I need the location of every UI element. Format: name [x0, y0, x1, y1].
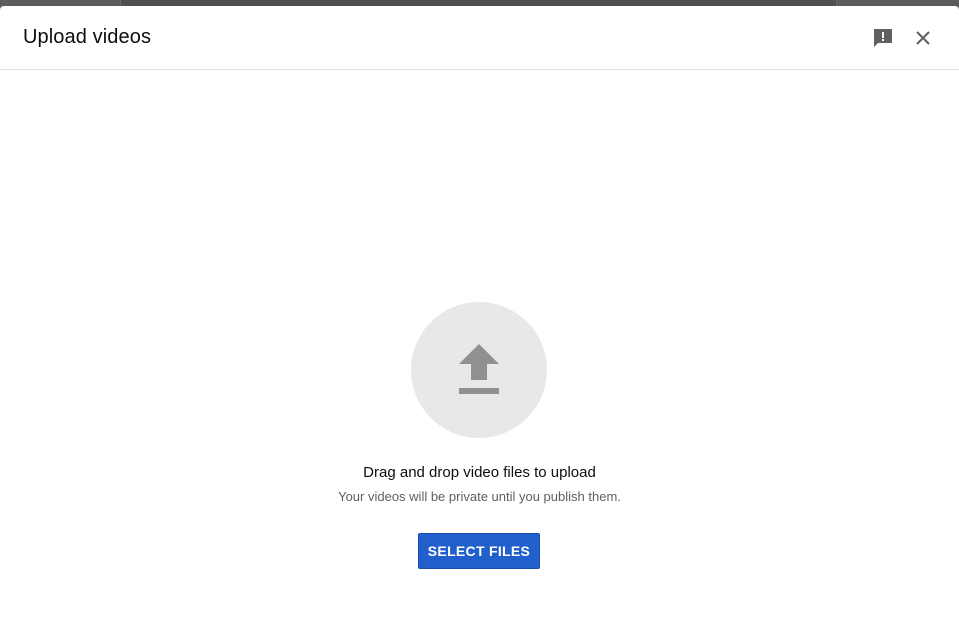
close-icon — [916, 31, 930, 45]
privacy-note: Your videos will be private until you pu… — [338, 489, 621, 504]
select-files-button[interactable]: SELECT FILES — [418, 533, 540, 569]
upload-circle[interactable] — [411, 302, 547, 438]
feedback-button[interactable] — [869, 24, 897, 52]
dialog-title: Upload videos — [23, 26, 152, 48]
upload-dialog: Upload videos Drag and drop video files … — [0, 6, 959, 619]
upload-arrow-icon — [459, 344, 499, 394]
feedback-icon — [874, 29, 892, 47]
close-button[interactable] — [909, 24, 937, 52]
drag-drop-text: Drag and drop video files to upload — [363, 464, 596, 481]
dialog-header: Upload videos — [0, 6, 959, 70]
